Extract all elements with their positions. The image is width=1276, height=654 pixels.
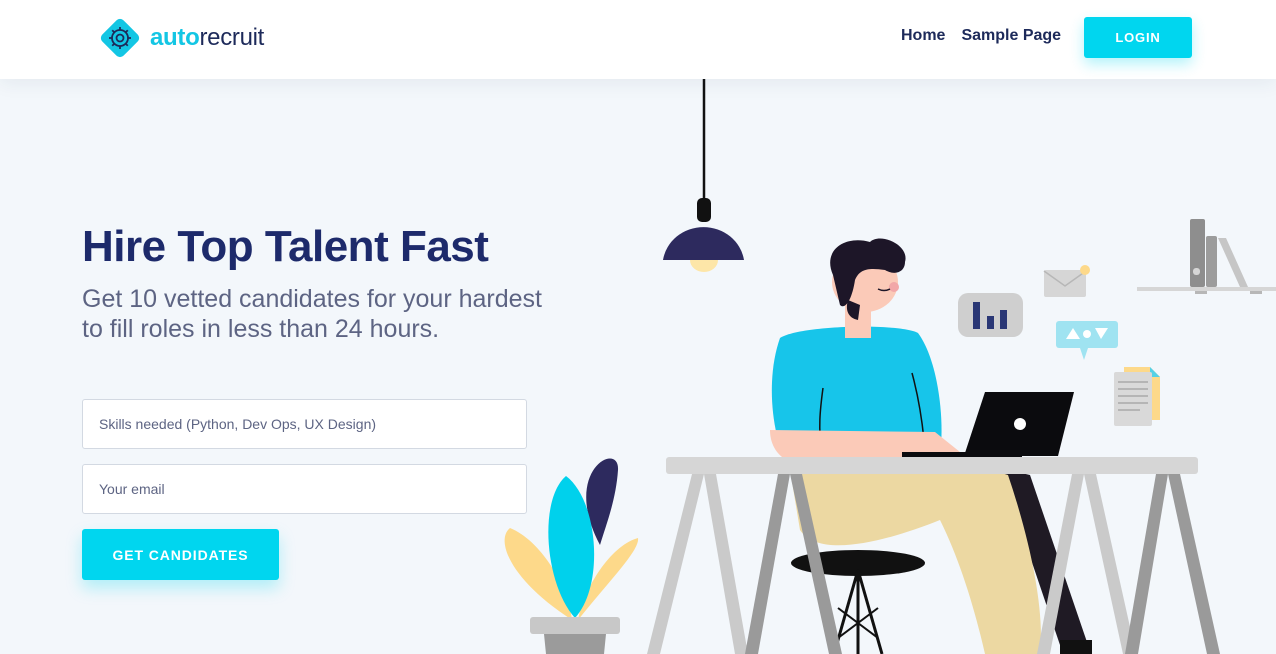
nav-link-home[interactable]: Home — [901, 27, 945, 45]
pendant-lamp-icon — [663, 79, 744, 272]
logo-text-auto: auto — [150, 24, 200, 51]
skills-input[interactable] — [82, 399, 527, 449]
gear-logo-icon — [100, 18, 140, 58]
bar-chart-icon — [958, 293, 1023, 337]
envelope-icon — [1043, 265, 1090, 297]
hero-subtitle: Get 10 vetted candidates for your hardes… — [82, 285, 542, 343]
plant-icon — [504, 458, 639, 654]
logo[interactable]: autorecruit — [98, 16, 264, 60]
email-input[interactable] — [82, 464, 527, 514]
logo-text-recruit: recruit — [199, 24, 265, 51]
site-header: autorecruit Home Sample Page LOGIN — [0, 0, 1276, 79]
document-icon — [1114, 367, 1160, 426]
hero-title: Hire Top Talent Fast — [82, 222, 489, 271]
nav-link-sample-page[interactable]: Sample Page — [961, 27, 1061, 45]
hero-illustration — [504, 79, 1276, 654]
logo-wordmark: autorecruit — [150, 24, 264, 52]
get-candidates-button[interactable]: GET CANDIDATES — [82, 529, 279, 580]
main-nav: Home Sample Page — [901, 27, 1077, 45]
chat-bubble-icon — [1056, 321, 1118, 360]
login-button[interactable]: LOGIN — [1084, 17, 1192, 58]
bookshelf-icon — [1137, 219, 1276, 294]
